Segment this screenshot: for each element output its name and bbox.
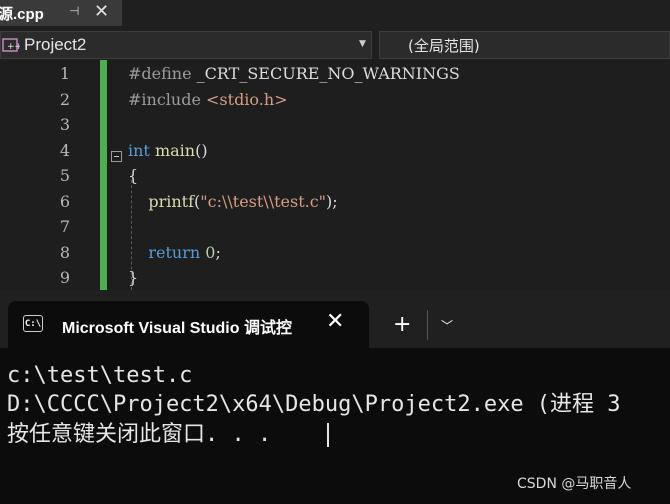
line-number: 4 [59, 140, 70, 160]
terminal-tab-bar: C:\ Microsoft Visual Studio 调试控 ✕ + ﹀ [0, 290, 670, 348]
line-number: 3 [59, 115, 70, 134]
svg-text:++: ++ [7, 42, 20, 52]
line-number: 7 [59, 217, 70, 236]
tab-divider [427, 310, 428, 340]
code-token: return [148, 242, 201, 262]
document-tab-bar: 源.cpp ⊣ ✕ [0, 0, 670, 26]
change-indicator-bar [100, 60, 107, 290]
code-line: { [128, 166, 139, 185]
scope-dropdown[interactable]: (全局范围) [379, 31, 670, 59]
chevron-down-icon[interactable]: ﹀ [441, 317, 453, 334]
visual-studio-window: 源.cpp ⊣ ✕ ++ Project2 ▼ (全局范围) 1 2 3 4 5… [0, 0, 670, 290]
code-token: #define [128, 64, 192, 83]
terminal-tab[interactable]: C:\ Microsoft Visual Studio 调试控 ✕ [8, 301, 369, 348]
navigation-bar: ++ Project2 ▼ (全局范围) [0, 31, 670, 59]
code-line: int main() [128, 140, 208, 160]
code-token: main [154, 140, 196, 160]
project-dropdown[interactable]: ++ Project2 ▼ [0, 31, 372, 59]
project-name: Project2 [24, 35, 87, 54]
line-number: 1 [59, 64, 70, 83]
cmd-icon: C:\ [23, 315, 43, 332]
document-tab-filename: 源.cpp [0, 5, 44, 23]
project-icon: ++ [2, 38, 20, 52]
close-icon[interactable]: ✕ [94, 1, 109, 22]
code-line: return 0; [148, 242, 221, 262]
line-number: 6 [59, 191, 70, 211]
fold-collapse-icon[interactable] [111, 151, 122, 162]
pin-icon[interactable]: ⊣ [69, 4, 79, 18]
terminal-output-line: c:\test\test.c [7, 363, 193, 388]
terminal-output-line: D:\CCCC\Project2\x64\Debug\Project2.exe … [7, 392, 621, 417]
watermark: CSDN @马职音人 [517, 476, 632, 492]
code-token: 0 [205, 242, 216, 262]
code-token: <stdio.h> [206, 89, 288, 109]
document-tab[interactable]: 源.cpp ⊣ ✕ [0, 0, 122, 26]
code-editor[interactable]: 1 2 3 4 5 6 7 8 9 #define _CRT_SECURE_NO… [0, 60, 670, 290]
chevron-down-icon[interactable]: ▼ [359, 39, 366, 49]
terminal-window: C:\ Microsoft Visual Studio 调试控 ✕ + ﹀ c:… [0, 290, 670, 504]
line-number: 8 [59, 242, 70, 262]
text-cursor [327, 423, 329, 447]
line-number-gutter: 1 2 3 4 5 6 7 8 9 [0, 60, 100, 290]
code-line: #include <stdio.h> [128, 87, 288, 113]
code-token: int [128, 140, 150, 160]
line-number: 2 [59, 89, 70, 109]
code-line: printf("c:\\test\\test.c"); [148, 191, 338, 211]
terminal-tab-title: Microsoft Visual Studio 调试控 [62, 320, 292, 337]
code-line: } [128, 268, 139, 287]
code-line: #define _CRT_SECURE_NO_WARNINGS [128, 64, 460, 83]
code-token: "c:\\test\\test.c" [200, 191, 327, 211]
scope-label: (全局范围) [408, 36, 480, 55]
terminal-output-line: 按任意键关闭此窗口. . . [7, 422, 272, 447]
line-number: 9 [59, 268, 70, 287]
close-icon[interactable]: ✕ [326, 309, 344, 334]
line-number: 5 [59, 166, 70, 185]
code-token: #include [128, 89, 201, 109]
code-token: printf [148, 191, 195, 211]
plus-icon[interactable]: + [393, 312, 411, 337]
